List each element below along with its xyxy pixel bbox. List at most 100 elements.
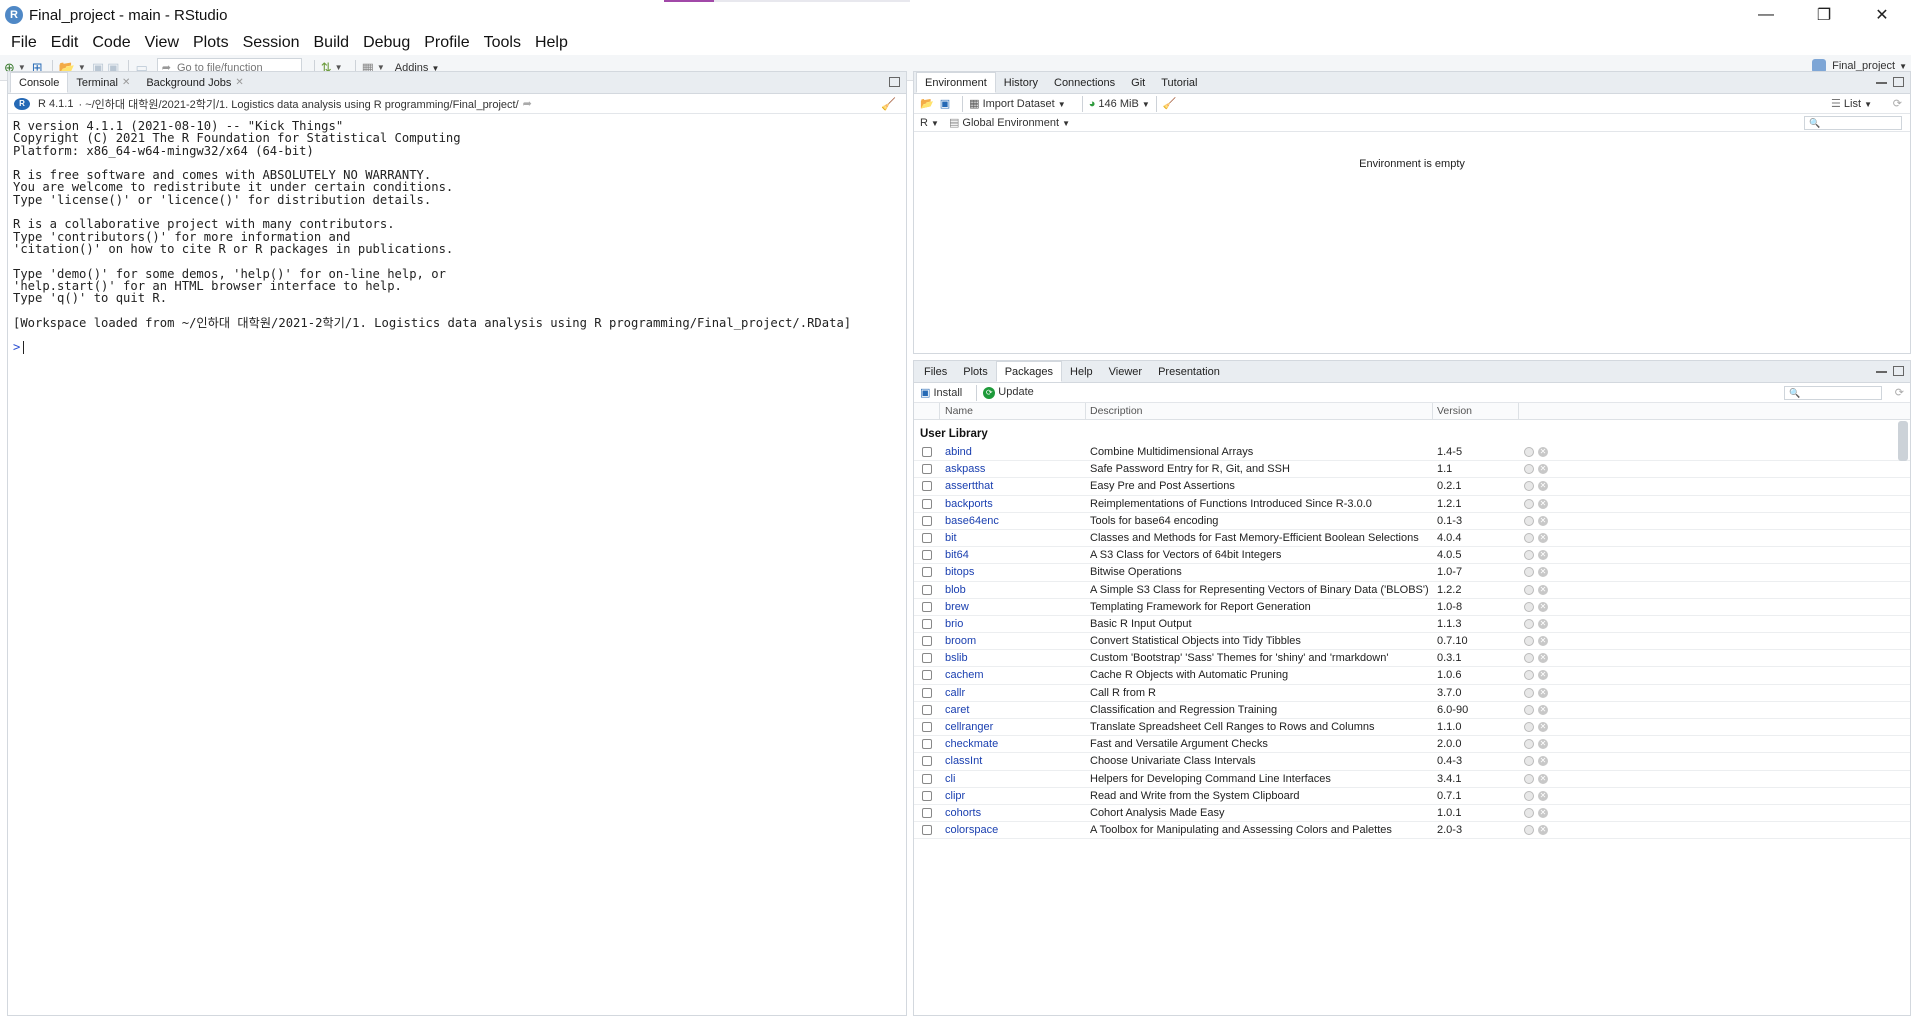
package-website-icon[interactable] <box>1524 447 1534 457</box>
remove-package-icon[interactable]: ✕ <box>1538 739 1548 750</box>
working-directory-path[interactable]: · ~/인하대 대학원/2021-2학기/1. Logistics data a… <box>78 96 518 112</box>
package-website-icon[interactable] <box>1524 498 1534 509</box>
package-name-link[interactable]: cohorts <box>945 807 981 819</box>
import-dataset-button[interactable]: ▦ Import Dataset ▼ <box>969 97 1066 110</box>
package-load-checkbox[interactable] <box>922 704 932 715</box>
remove-package-icon[interactable]: ✕ <box>1538 670 1548 681</box>
remove-package-icon[interactable]: ✕ <box>1538 584 1548 595</box>
tab-help[interactable]: Help <box>1062 361 1101 382</box>
remove-package-icon[interactable]: ✕ <box>1538 773 1548 784</box>
remove-package-icon[interactable]: ✕ <box>1538 481 1548 492</box>
tab-history[interactable]: History <box>996 72 1046 93</box>
refresh-packages-icon[interactable]: ⟳ <box>1895 386 1904 399</box>
package-name-link[interactable]: broom <box>945 635 976 647</box>
tab-presentation[interactable]: Presentation <box>1150 361 1228 382</box>
console-output[interactable]: R version 4.1.1 (2021-08-10) -- "Kick Th… <box>8 114 906 360</box>
package-load-checkbox[interactable] <box>922 481 932 492</box>
menu-file[interactable]: File <box>4 34 44 52</box>
remove-package-icon[interactable]: ✕ <box>1538 807 1548 818</box>
package-website-icon[interactable] <box>1524 722 1534 732</box>
package-name-link[interactable]: bit <box>945 532 957 544</box>
package-load-checkbox[interactable] <box>922 739 932 750</box>
package-name-link[interactable]: cellranger <box>945 721 993 733</box>
package-website-icon[interactable] <box>1524 653 1534 664</box>
package-name-link[interactable]: bslib <box>945 652 968 664</box>
package-name-link[interactable]: cli <box>945 773 955 785</box>
load-workspace-icon[interactable]: 📂 <box>920 97 934 110</box>
package-name-link[interactable]: brio <box>945 618 963 630</box>
package-name-link[interactable]: brew <box>945 601 969 613</box>
remove-package-icon[interactable]: ✕ <box>1538 601 1548 612</box>
menu-view[interactable]: View <box>138 34 186 52</box>
restore-pane-icon[interactable] <box>889 77 900 87</box>
tab-console[interactable]: Console <box>10 72 69 93</box>
remove-package-icon[interactable]: ✕ <box>1538 532 1548 543</box>
package-website-icon[interactable] <box>1524 756 1534 767</box>
remove-package-icon[interactable]: ✕ <box>1538 447 1548 457</box>
remove-package-icon[interactable]: ✕ <box>1538 825 1548 836</box>
package-website-icon[interactable] <box>1524 464 1534 475</box>
package-load-checkbox[interactable] <box>922 447 932 457</box>
package-name-link[interactable]: blob <box>945 584 966 596</box>
package-website-icon[interactable] <box>1524 636 1534 647</box>
package-load-checkbox[interactable] <box>922 670 932 681</box>
remove-package-icon[interactable]: ✕ <box>1538 515 1548 526</box>
package-load-checkbox[interactable] <box>922 722 932 732</box>
package-website-icon[interactable] <box>1524 825 1534 836</box>
package-website-icon[interactable] <box>1524 687 1534 698</box>
tab-git[interactable]: Git <box>1123 72 1153 93</box>
remove-package-icon[interactable]: ✕ <box>1538 636 1548 647</box>
package-name-link[interactable]: checkmate <box>945 738 998 750</box>
package-website-icon[interactable] <box>1524 790 1534 801</box>
package-load-checkbox[interactable] <box>922 498 932 509</box>
package-website-icon[interactable] <box>1524 739 1534 750</box>
package-name-link[interactable]: colorspace <box>945 824 998 836</box>
package-load-checkbox[interactable] <box>922 773 932 784</box>
packages-search-input[interactable]: 🔍 <box>1784 386 1882 400</box>
package-website-icon[interactable] <box>1524 550 1534 561</box>
menu-build[interactable]: Build <box>307 34 357 52</box>
package-load-checkbox[interactable] <box>922 532 932 543</box>
remove-package-icon[interactable]: ✕ <box>1538 790 1548 801</box>
package-load-checkbox[interactable] <box>922 687 932 698</box>
remove-package-icon[interactable]: ✕ <box>1538 498 1548 509</box>
package-load-checkbox[interactable] <box>922 464 932 475</box>
package-load-checkbox[interactable] <box>922 653 932 664</box>
menu-debug[interactable]: Debug <box>356 34 417 52</box>
menu-code[interactable]: Code <box>85 34 137 52</box>
package-website-icon[interactable] <box>1524 670 1534 681</box>
package-website-icon[interactable] <box>1524 618 1534 629</box>
package-load-checkbox[interactable] <box>922 567 932 578</box>
menu-help[interactable]: Help <box>528 34 575 52</box>
remove-package-icon[interactable]: ✕ <box>1538 550 1548 561</box>
maximize-pane-icon[interactable] <box>1893 366 1904 376</box>
menu-profile[interactable]: Profile <box>417 34 476 52</box>
console-prompt-line[interactable]: > <box>13 341 901 355</box>
package-name-link[interactable]: backports <box>945 498 993 510</box>
memory-usage-button[interactable]: ◕ 146 MiB ▼ <box>1089 98 1150 110</box>
package-website-icon[interactable] <box>1524 567 1534 578</box>
package-name-link[interactable]: askpass <box>945 463 985 475</box>
remove-package-icon[interactable]: ✕ <box>1538 722 1548 732</box>
package-name-link[interactable]: clipr <box>945 790 965 802</box>
minimize-pane-icon[interactable] <box>1876 366 1887 373</box>
remove-package-icon[interactable]: ✕ <box>1538 464 1548 475</box>
package-load-checkbox[interactable] <box>922 756 932 767</box>
tab-background-jobs[interactable]: Background Jobs ✕ <box>138 72 251 93</box>
tab-terminal[interactable]: Terminal ✕ <box>68 72 138 93</box>
remove-package-icon[interactable]: ✕ <box>1538 704 1548 715</box>
package-name-link[interactable]: cachem <box>945 669 984 681</box>
close-button[interactable]: ✕ <box>1853 0 1911 30</box>
column-header-description[interactable]: Description <box>1090 405 1143 417</box>
tab-packages[interactable]: Packages <box>995 361 1063 382</box>
package-name-link[interactable]: bit64 <box>945 549 969 561</box>
remove-package-icon[interactable]: ✕ <box>1538 618 1548 629</box>
menu-session[interactable]: Session <box>236 34 307 52</box>
minimize-pane-icon[interactable] <box>1876 77 1887 84</box>
package-name-link[interactable]: base64enc <box>945 515 999 527</box>
scope-select[interactable]: ▤ Global Environment ▼ <box>949 116 1070 129</box>
package-name-link[interactable]: caret <box>945 704 969 716</box>
package-website-icon[interactable] <box>1524 704 1534 715</box>
packages-scrollbar[interactable] <box>1898 421 1908 461</box>
remove-package-icon[interactable]: ✕ <box>1538 653 1548 664</box>
